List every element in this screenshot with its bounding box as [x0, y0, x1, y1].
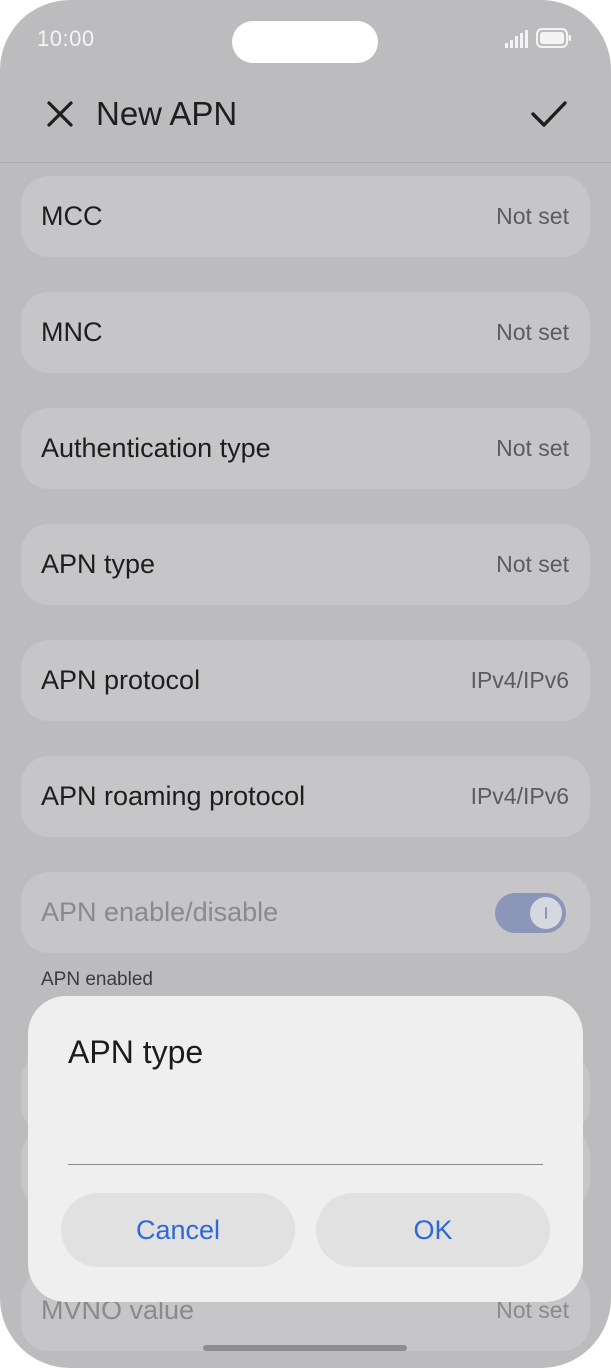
- setting-value: Not set: [496, 551, 569, 577]
- apn-type-dialog: APN type Cancel OK: [28, 996, 583, 1302]
- setting-label: MCC: [41, 201, 103, 231]
- setting-label: APN roaming protocol: [41, 781, 306, 811]
- setting-value: Not set: [496, 203, 569, 229]
- dynamic-island: [232, 21, 378, 63]
- toggle-knob: [530, 897, 562, 929]
- setting-label: APN enable/disable: [41, 897, 279, 927]
- setting-label: APN protocol: [41, 665, 201, 695]
- status-bar: 10:00: [0, 0, 611, 80]
- setting-row-apn-type[interactable]: APN type Not set: [21, 524, 590, 605]
- setting-label: MNC: [41, 317, 103, 347]
- dialog-title: APN type: [68, 1034, 204, 1070]
- setting-value: Not set: [496, 435, 569, 461]
- status-time: 10:00: [37, 26, 95, 51]
- toggle-on-icon: [545, 907, 547, 919]
- setting-row-mcc[interactable]: MCC Not set: [21, 176, 590, 257]
- battery-icon: [536, 28, 571, 48]
- setting-value: Not set: [496, 319, 569, 345]
- setting-label: Authentication type: [41, 433, 271, 463]
- close-icon: [47, 101, 73, 127]
- setting-row-apn-protocol[interactable]: APN protocol IPv4/IPv6: [21, 640, 590, 721]
- setting-row-apn-roaming-protocol[interactable]: APN roaming protocol IPv4/IPv6: [21, 756, 590, 837]
- save-button[interactable]: [527, 94, 571, 134]
- setting-value: IPv4/IPv6: [470, 783, 569, 809]
- signal-bars-icon: [505, 30, 528, 48]
- ok-button[interactable]: OK: [316, 1193, 550, 1267]
- checkmark-icon: [531, 101, 567, 127]
- app-bar: [0, 80, 611, 162]
- setting-row-mnc[interactable]: MNC Not set: [21, 292, 590, 373]
- home-indicator[interactable]: [203, 1345, 407, 1351]
- setting-value: IPv4/IPv6: [470, 667, 569, 693]
- setting-row-apn-enable: APN enable/disable: [21, 872, 590, 953]
- phone-screen: 10:00 New APN MCC Not set MNC Not set Au…: [0, 0, 611, 1368]
- close-button[interactable]: [42, 96, 78, 132]
- setting-row-authentication-type[interactable]: Authentication type Not set: [21, 408, 590, 489]
- apn-enabled-caption: APN enabled: [41, 969, 153, 990]
- cancel-button[interactable]: Cancel: [61, 1193, 295, 1267]
- header-divider: [0, 162, 611, 163]
- apn-type-input[interactable]: [68, 1106, 543, 1165]
- apn-enable-toggle[interactable]: [495, 893, 566, 933]
- page-title: New APN: [96, 95, 238, 132]
- setting-label: APN type: [41, 549, 156, 579]
